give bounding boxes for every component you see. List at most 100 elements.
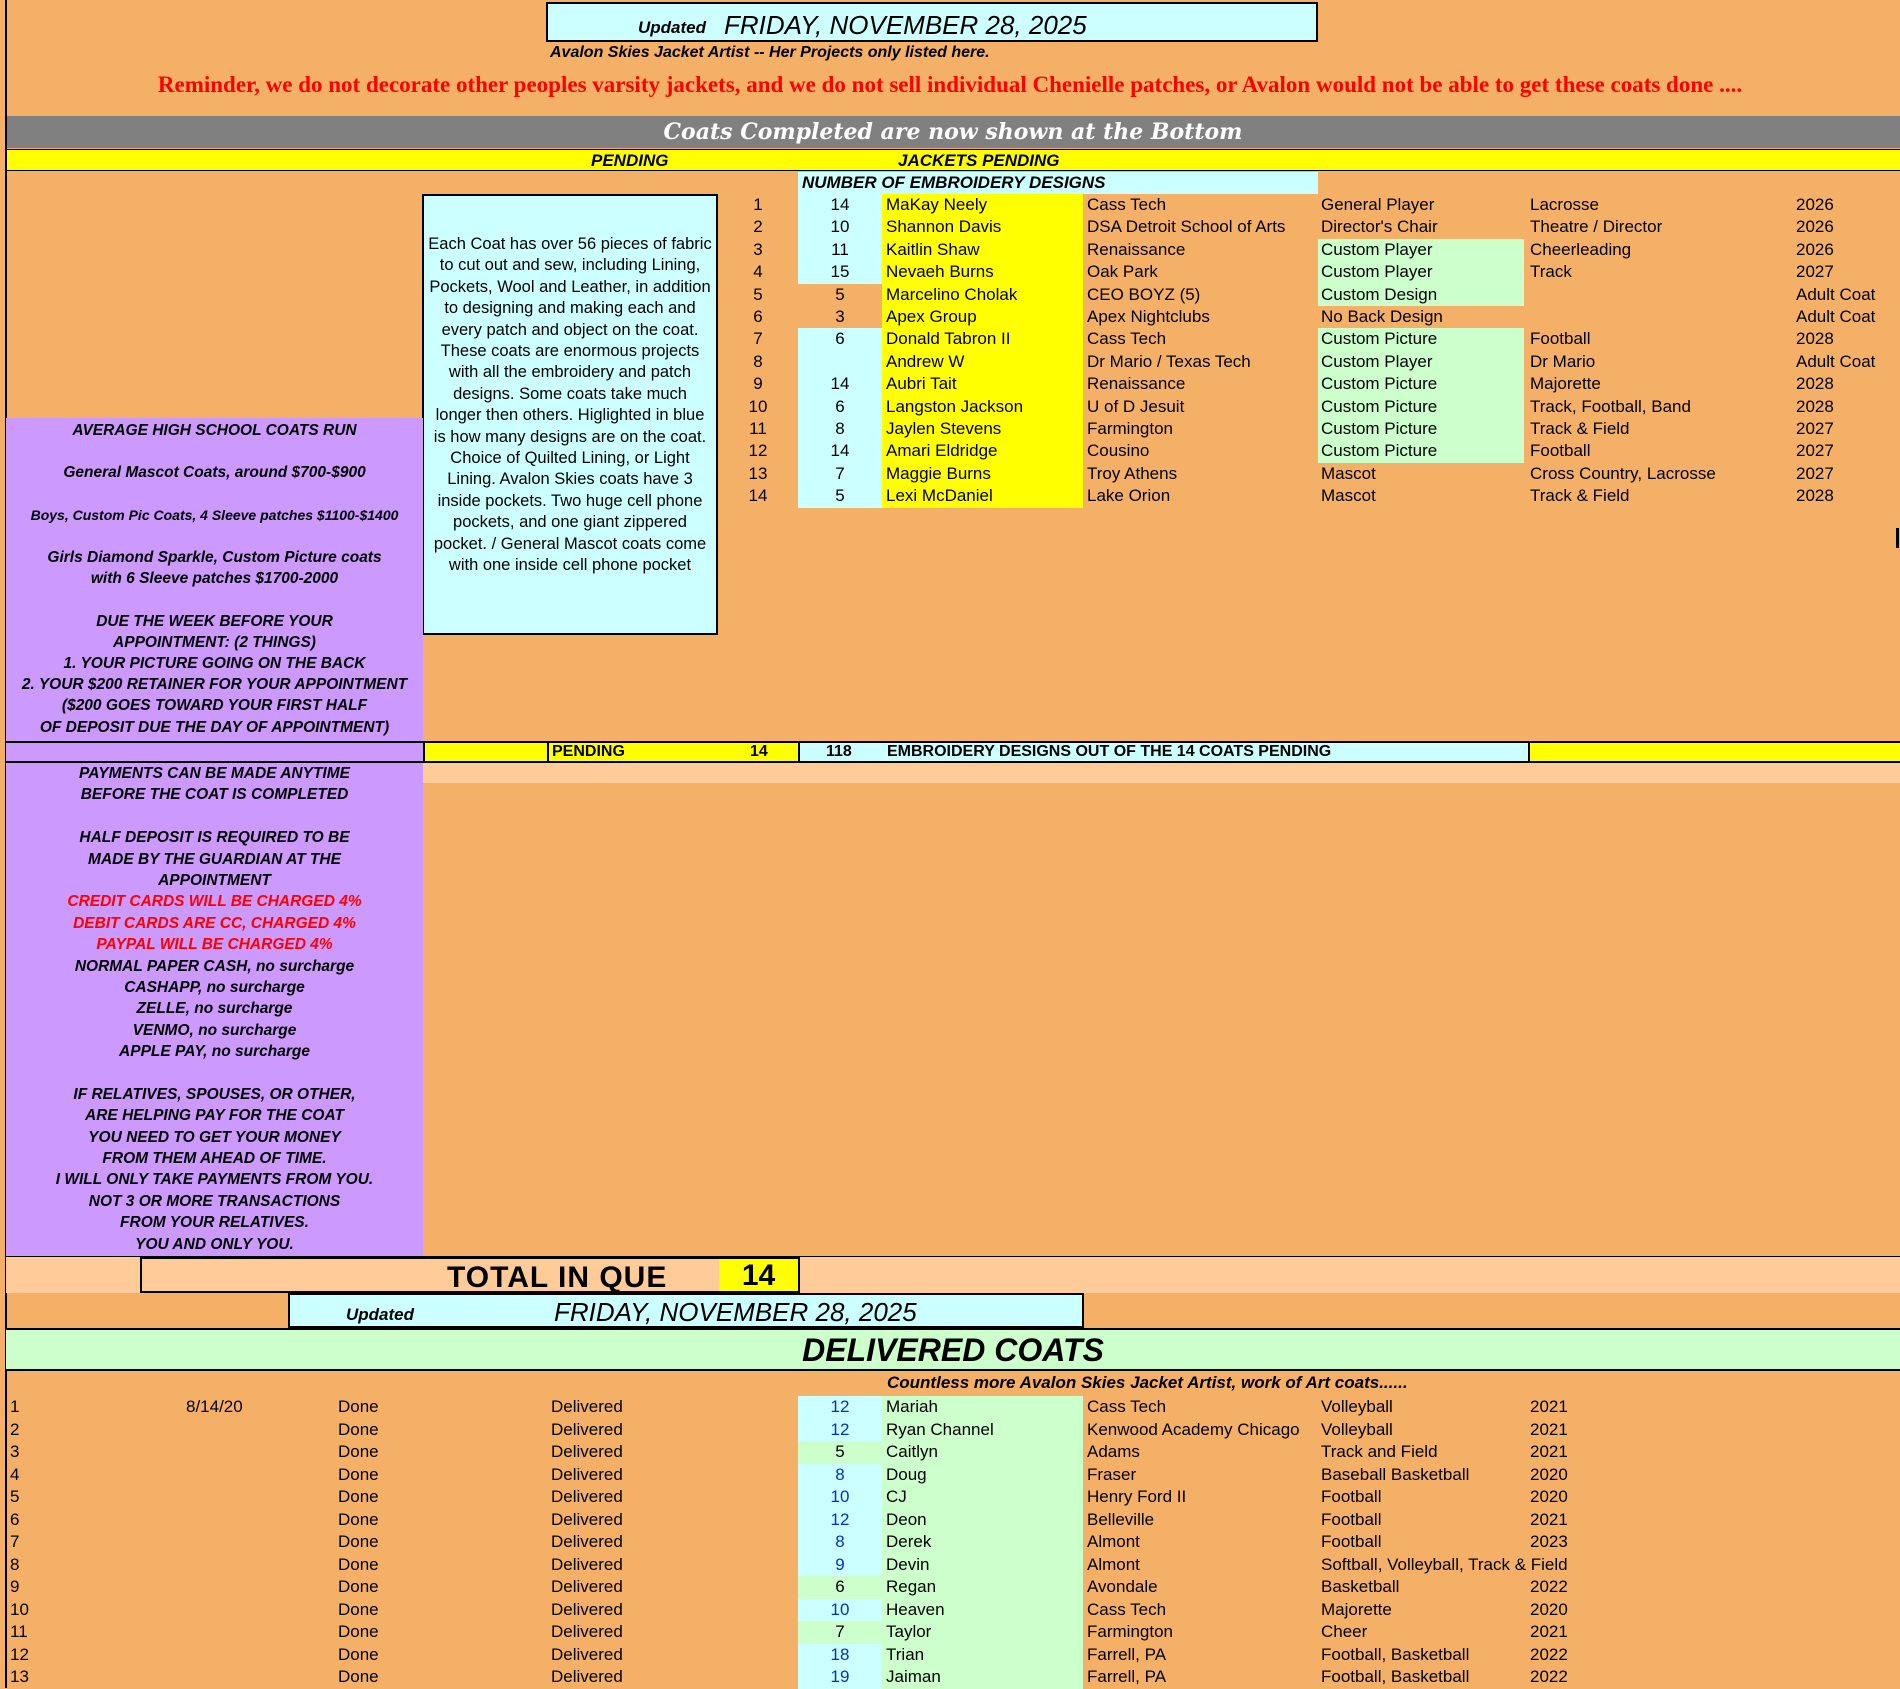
school-name: Almont [1087, 1554, 1140, 1574]
status: Done [338, 1599, 379, 1619]
sport: Cross Country, Lacrosse [1530, 463, 1716, 483]
price-line: DUE THE WEEK BEFORE YOUR [96, 612, 333, 630]
payment-line: NOT 3 OR MORE TRANSACTIONS [88, 1192, 341, 1210]
total-label: TOTAL IN QUE [447, 1261, 668, 1294]
price-line: Boys, Custom Pic Coats, 4 Sleeve patches… [30, 506, 399, 523]
student-name: Kaitlin Shaw [886, 239, 980, 259]
updated2-label: Updated [346, 1305, 414, 1324]
designs-count: 6 [835, 1577, 845, 1596]
row-number: 3 [10, 1442, 20, 1461]
designs-count: 11 [831, 239, 849, 259]
year: Adult Coat [1796, 351, 1876, 371]
coat-type: No Back Design [1321, 307, 1443, 326]
status: Done [338, 1667, 379, 1686]
table-row: 7 6 Donald Tabron II Cass Tech Custom Pictur… [0, 328, 1900, 351]
coat-type: Custom Picture [1321, 396, 1438, 416]
student-name: CJ [886, 1487, 907, 1506]
student-name: Derek [886, 1532, 932, 1551]
designs-count: 10 [830, 1487, 850, 1506]
sport: Cheer [1321, 1622, 1368, 1641]
designs-count: 9 [835, 1554, 845, 1574]
updated2-box: Updated FRIDAY, NOVEMBER 28, 2025 [288, 1293, 1084, 1328]
row-number: 2 [753, 217, 763, 237]
row-number: 3 [753, 239, 763, 259]
year: 2028 [1796, 396, 1834, 416]
year: 2026 [1796, 239, 1834, 259]
light-band [423, 763, 1900, 783]
coat-type: Custom Picture [1321, 419, 1438, 438]
row-number: 7 [753, 329, 763, 349]
coat-type: General Player [1321, 195, 1435, 214]
coat-type: Custom Picture [1321, 374, 1438, 394]
school-name: Adams [1087, 1442, 1140, 1461]
coat-type: Custom Picture [1321, 441, 1438, 461]
student-name: Taylor [886, 1622, 932, 1641]
student-name: Regan [886, 1577, 937, 1596]
designs-count: 14 [830, 195, 850, 214]
table-row: 9 14 Aubri Tait Renaissance Custom Picture Ma… [0, 373, 1900, 396]
delivery-state: Delivered [551, 1667, 623, 1686]
student-name: Doug [886, 1464, 927, 1484]
designs-count: 14 [830, 441, 850, 461]
summary-label: PENDING [552, 743, 625, 760]
payment-line: HALF DEPOSIT IS REQUIRED TO BE [79, 829, 350, 847]
row-number: 1 [753, 195, 763, 214]
delivery-state: Delivered [551, 1509, 623, 1529]
school-name: Renaissance [1087, 239, 1186, 259]
designs-count: 10 [830, 1599, 850, 1619]
sport: Dr Mario [1530, 351, 1596, 371]
summary-row: PENDING 14 118 EMBROIDERY DESIGNS OUT OF… [6, 741, 1900, 763]
student-name: Andrew W [886, 351, 965, 371]
table-row: 14 5 Lexi McDaniel Lake Orion Mascot Track & … [0, 485, 1900, 508]
summary-purple [6, 743, 423, 761]
student-name: Ryan Channel [886, 1419, 994, 1439]
designs-count: 6 [835, 329, 845, 349]
table-row: 8 Andrew W Dr Mario / Texas Tech Custom Pla… [0, 350, 1900, 374]
student-name: Lexi McDaniel [886, 486, 993, 506]
delivery-state: Delivered [551, 1532, 623, 1551]
price-line [6, 526, 423, 547]
payment-line: IF RELATIVES, SPOUSES, OR OTHER, [73, 1085, 356, 1103]
student-name: Apex Group [886, 307, 977, 326]
designs-count: 15 [830, 262, 850, 282]
table-row: 5 Done Delivered 10 CJ Henry Ford II Football 2… [0, 1486, 1900, 1509]
student-name: Shannon Davis [886, 217, 1002, 237]
school-name: Fraser [1087, 1464, 1137, 1484]
table-row: 10 6 Langston Jackson U of D Jesuit Custom P… [0, 395, 1900, 418]
year: 2021 [1530, 1622, 1568, 1641]
sport: Track [1530, 262, 1572, 282]
year: 2027 [1796, 419, 1834, 438]
status: Done [338, 1509, 379, 1529]
right-tick [1896, 528, 1899, 548]
summary-count: 14 [750, 743, 768, 760]
sport: Track & Field [1530, 419, 1630, 438]
table-row: 1 8/14/20 Done Delivered 12 Mariah Cass Tech Vo… [0, 1396, 1900, 1419]
designs-cell-bg [798, 350, 882, 374]
school-name: Farrell, PA [1087, 1667, 1167, 1686]
delivery-state: Delivered [551, 1622, 623, 1641]
status: Done [338, 1622, 379, 1641]
coat-type: Custom Player [1321, 262, 1433, 282]
student-name: Maggie Burns [886, 463, 991, 483]
row-number: 11 [10, 1622, 28, 1641]
row-number: 1 [10, 1397, 20, 1416]
table-row: 3 Done Delivered 5 Caitlyn Adams Track and Fie… [0, 1441, 1900, 1464]
student-name: MaKay Neely [886, 195, 988, 214]
school-name: Avondale [1087, 1577, 1158, 1596]
payment-line: YOU AND ONLY YOU. [135, 1235, 294, 1253]
row-number: 8 [753, 351, 763, 371]
designs-count: 5 [835, 284, 845, 304]
year: 2021 [1530, 1509, 1568, 1529]
school-name: DSA Detroit School of Arts [1087, 217, 1286, 237]
table-row: 5 5 Marcelino Cholak CEO BOYZ (5) Custom Des… [0, 283, 1900, 306]
payment-line: BEFORE THE COAT IS COMPLETED [80, 786, 349, 804]
table-row: 4 15 Nevaeh Burns Oak Park Custom Player Trac… [0, 261, 1900, 284]
student-name: Trian [886, 1644, 925, 1664]
designs-count: 18 [830, 1644, 850, 1664]
school-name: Cousino [1087, 441, 1150, 461]
row-number: 8 [10, 1554, 20, 1574]
delivery-state: Delivered [551, 1464, 623, 1484]
year: 2028 [1796, 486, 1834, 506]
year: 2022 [1530, 1577, 1568, 1596]
payment-line [6, 1062, 423, 1083]
